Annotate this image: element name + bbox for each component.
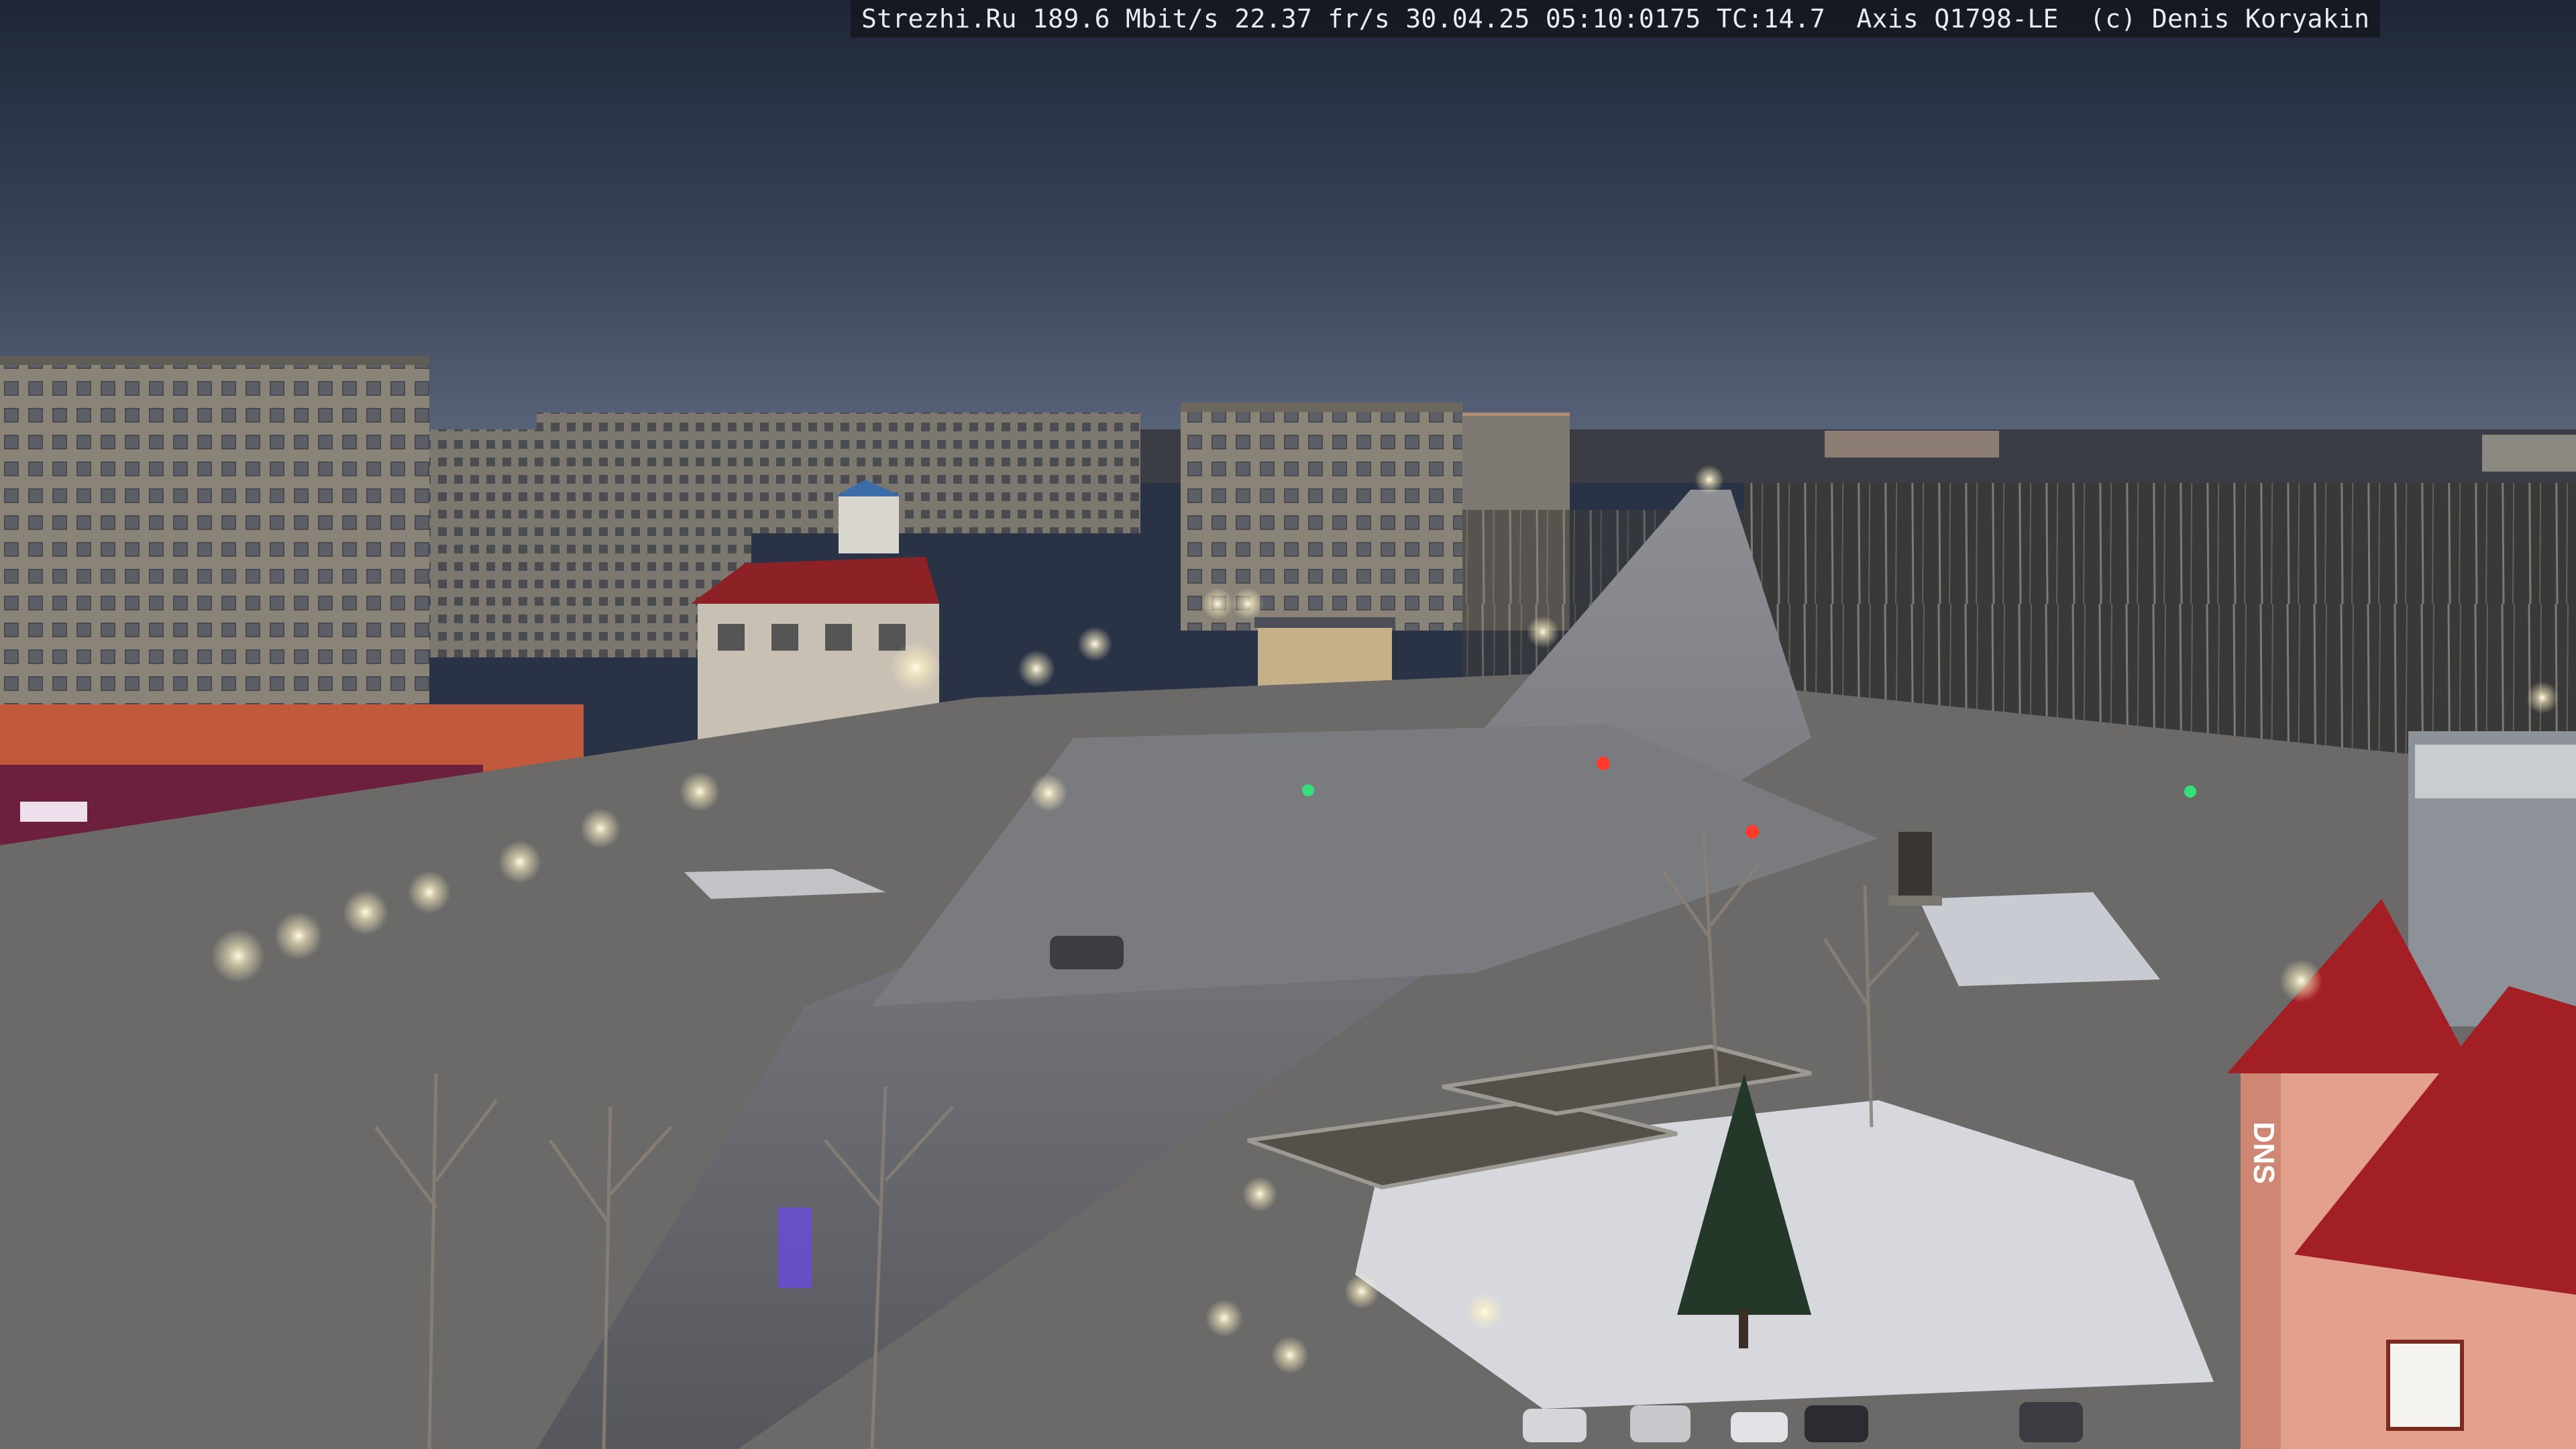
camera-overlay-caption: Strezhi.Ru 189.6 Mbit/s 22.37 fr/s 30.04… bbox=[851, 0, 2381, 38]
dns-store-sign: DNS bbox=[2247, 1122, 2280, 1184]
webcam-frame: kari bbox=[0, 0, 2576, 1449]
street-scene-image: kari bbox=[0, 0, 2576, 1449]
